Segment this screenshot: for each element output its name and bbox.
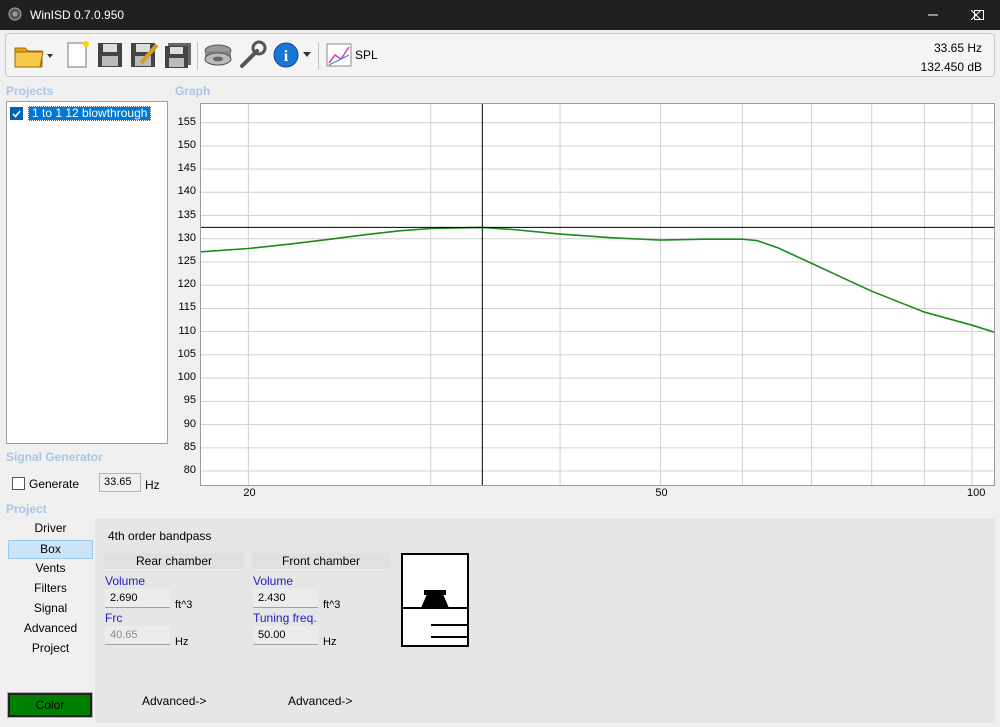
about-button[interactable]: i xyxy=(270,39,302,71)
checkmark-icon xyxy=(12,110,21,118)
rear-frc-input: 40.65 xyxy=(105,626,170,645)
spl-graph-svg xyxy=(200,104,995,485)
open-folder-icon xyxy=(14,47,53,68)
window-title: WinISD 0.7.0.950 xyxy=(30,8,125,22)
title-bar: WinISD 0.7.0.950 xyxy=(0,0,1000,30)
y-tick-label: 145 xyxy=(177,162,196,175)
front-volume-unit: ft^3 xyxy=(323,599,341,611)
svg-text:i: i xyxy=(284,48,289,65)
y-tick-label: 130 xyxy=(177,231,196,244)
box-panel: 4th order bandpass Rear chamber Volume 2… xyxy=(95,518,995,723)
tab-driver[interactable]: Driver xyxy=(8,520,93,539)
front-chamber-header: Front chamber xyxy=(252,553,390,570)
toolbar: i SPL 33.65 Hz 132.450 dB xyxy=(5,33,995,77)
project-name[interactable]: 1 to 1 12 blowthrough xyxy=(28,106,152,121)
cursor-frequency-readout: 33.65 Hz xyxy=(933,41,982,55)
rear-frc-label: Frc xyxy=(105,611,123,625)
front-tuning-unit: Hz xyxy=(323,636,337,648)
y-tick-label: 105 xyxy=(177,347,196,360)
speaker-driver-icon xyxy=(204,44,232,66)
y-tick-label: 80 xyxy=(183,464,196,477)
rear-volume-input[interactable]: 2.690 xyxy=(105,589,170,608)
generate-checkbox[interactable] xyxy=(12,477,25,490)
bandpass-box-diagram-icon xyxy=(401,553,469,647)
box-type-label: 4th order bandpass xyxy=(108,529,212,543)
tab-project[interactable]: Project xyxy=(8,640,93,659)
y-tick-label: 100 xyxy=(177,371,196,384)
dropdown-arrow-icon xyxy=(303,52,311,57)
y-tick-label: 120 xyxy=(177,278,196,291)
tab-filters[interactable]: Filters xyxy=(8,580,93,599)
toolbar-separator xyxy=(197,42,198,70)
projects-title: Projects xyxy=(6,84,54,98)
tab-box[interactable]: Box xyxy=(8,540,93,559)
front-volume-label: Volume xyxy=(253,574,294,588)
spl-label: SPL xyxy=(355,48,378,62)
list-item[interactable]: 1 to 1 12 blowthrough xyxy=(10,106,152,121)
tab-advanced[interactable]: Advanced xyxy=(8,620,93,639)
signal-frequency-unit: Hz xyxy=(145,478,160,492)
generate-label: Generate xyxy=(29,477,80,491)
x-tick-label: 100 xyxy=(967,487,986,499)
save-as-button[interactable] xyxy=(128,39,160,71)
front-advanced-button[interactable]: Advanced-> xyxy=(288,694,352,708)
color-button[interactable]: Color xyxy=(7,692,93,718)
app-speaker-icon xyxy=(8,7,22,21)
rear-advanced-button[interactable]: Advanced-> xyxy=(142,694,206,708)
y-tick-label: 155 xyxy=(177,115,196,128)
y-tick-label: 150 xyxy=(177,138,196,151)
y-tick-label: 125 xyxy=(177,254,196,267)
driver-editor-button[interactable] xyxy=(202,39,234,71)
floppy-disk-icon xyxy=(98,43,122,67)
y-tick-label: 135 xyxy=(177,208,196,221)
project-title: Project xyxy=(6,502,47,516)
toolbar-separator xyxy=(318,42,319,70)
front-tuning-label: Tuning freq. xyxy=(253,611,317,625)
tab-vents[interactable]: Vents xyxy=(8,560,93,579)
rear-volume-unit: ft^3 xyxy=(175,599,193,611)
y-tick-label: 140 xyxy=(177,185,196,198)
rear-chamber-header: Rear chamber xyxy=(104,553,244,570)
y-tick-label: 110 xyxy=(178,324,196,337)
front-volume-input[interactable]: 2.430 xyxy=(253,589,318,608)
cursor-spl-readout: 132.450 dB xyxy=(920,60,982,74)
close-icon xyxy=(971,10,981,20)
spl-response-line xyxy=(200,226,995,333)
front-tuning-input[interactable]: 50.00 xyxy=(253,626,318,645)
y-tick-label: 95 xyxy=(183,394,196,407)
rear-volume-label: Volume xyxy=(105,574,146,588)
save-button[interactable] xyxy=(94,39,126,71)
open-project-button[interactable] xyxy=(12,39,54,71)
projects-list: 1 to 1 12 blowthrough xyxy=(6,101,168,444)
project-checkbox[interactable] xyxy=(10,107,23,120)
save-all-button[interactable] xyxy=(162,39,194,71)
about-dropdown-button[interactable] xyxy=(300,39,314,71)
y-tick-label: 85 xyxy=(183,440,196,453)
signal-frequency-input[interactable]: 33.65 xyxy=(99,473,141,492)
spl-graph-button[interactable] xyxy=(323,39,355,71)
y-tick-label: 90 xyxy=(183,417,196,430)
new-project-button[interactable] xyxy=(62,39,94,71)
floppy-multiple-icon xyxy=(165,43,191,68)
graph-title: Graph xyxy=(175,84,211,98)
x-tick-label: 20 xyxy=(243,487,256,499)
spl-graph[interactable] xyxy=(200,103,995,486)
wrench-icon xyxy=(240,40,267,68)
graph-chart-icon xyxy=(326,43,352,67)
info-icon: i xyxy=(273,42,299,68)
y-tick-label: 115 xyxy=(178,301,196,314)
new-document-icon xyxy=(67,41,89,68)
x-tick-label: 50 xyxy=(655,487,668,499)
rear-frc-unit: Hz xyxy=(175,636,189,648)
signal-generator-title: Signal Generator xyxy=(6,450,103,464)
floppy-pencil-icon xyxy=(131,43,159,67)
tab-signal[interactable]: Signal xyxy=(8,600,93,619)
close-button[interactable] xyxy=(952,0,1000,30)
options-button[interactable] xyxy=(236,39,268,71)
